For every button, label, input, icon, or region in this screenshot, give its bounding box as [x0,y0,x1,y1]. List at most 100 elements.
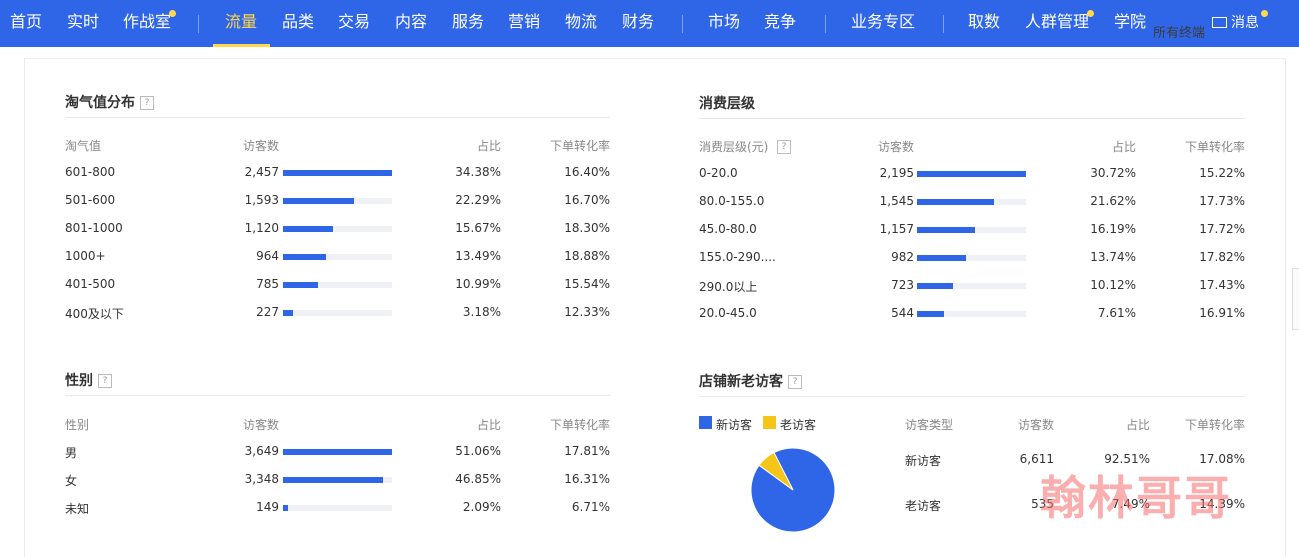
nav-separator [198,15,199,33]
column-header: 淘气值 [65,139,102,153]
row-visitors: 2,457 [244,165,279,179]
visitor-bar-track [283,310,392,316]
row-visitors: 2,195 [879,166,914,180]
row-share: 10.12% [1090,278,1136,292]
row-label: 45.0-80.0 [699,222,757,236]
nav-item-academy[interactable]: 学院 [1114,0,1146,47]
column-header: 访客数 [877,140,914,154]
messages-button[interactable]: 消息 [1212,11,1259,35]
row-share: 15.67% [455,221,501,235]
row-visitors: 785 [256,277,279,291]
row-conversion: 6.71% [571,500,610,514]
mail-icon [1212,16,1227,28]
nav-item-service[interactable]: 服务 [452,0,484,47]
nav-item-competition[interactable]: 竞争 [764,0,796,47]
nav-item-logistics[interactable]: 物流 [565,0,597,47]
help-icon[interactable]: ? [140,96,154,110]
help-icon[interactable]: ? [777,140,791,154]
message-badge-dot [1261,10,1268,17]
row-label: 男 [65,446,78,460]
row-share: 21.62% [1090,194,1136,208]
row-conversion: 16.31% [564,472,610,486]
row-share: 22.29% [455,193,501,207]
row-share: 34.38% [455,165,501,179]
row-label: 女 [65,474,78,488]
visitor-pie-chart [750,447,836,533]
visitor-bar-track [917,311,1026,317]
row-share: 13.74% [1090,250,1136,264]
section-title-text: 性别 [65,373,93,389]
row-conversion: 17.72% [1199,222,1245,236]
nav-item-home[interactable]: 首页 [10,0,42,47]
visitor-bar [283,226,333,232]
divider [65,117,610,118]
visitor-bar [283,170,392,176]
row-conversion: 15.22% [1199,166,1245,180]
nav-item-trade[interactable]: 交易 [338,0,370,47]
section-title-text: 淘气值分布 [65,95,135,111]
row-visitors: 982 [891,250,914,264]
top-nav: 首页 实时 作战室 流量 品类 交易 内容 服务 营销 物流 财务 市场 竞争 … [0,0,1299,47]
nav-item-war-room[interactable]: 作战室 [123,0,171,47]
row-label: 未知 [65,502,90,516]
visitor-bar-track [283,477,392,483]
nav-item-finance[interactable]: 财务 [622,0,654,47]
visitor-bar [283,449,392,455]
row-visitors: 1,545 [879,194,914,208]
legend-old-visitor-swatch [763,416,776,429]
row-conversion: 16.70% [564,193,610,207]
nav-item-marketing[interactable]: 营销 [508,0,540,47]
row-label: 80.0-155.0 [699,194,765,208]
row-share: 7.61% [1097,306,1136,320]
section-title-text: 店铺新老访客 [699,374,783,390]
nav-item-audience[interactable]: 人群管理 [1025,0,1089,47]
row-share: 10.99% [455,277,501,291]
row-label: 155.0-290.... [699,250,776,264]
row-visitors: 3,348 [244,472,279,486]
side-scroll-handle[interactable] [1292,268,1299,330]
row-conversion: 17.81% [564,444,610,458]
visitor-bar [917,227,975,233]
legend-new-visitor-label[interactable]: 新访客 [716,416,752,433]
nav-item-business-zone[interactable]: 业务专区 [851,0,915,47]
visitor-bar [283,282,318,288]
visitor-bar-track [283,282,392,288]
nav-separator [943,15,944,33]
nav-item-market[interactable]: 市场 [708,0,740,47]
visitor-bar-track [917,283,1026,289]
row-visitors: 964 [256,249,279,263]
visitor-bar-track [283,198,392,204]
visitor-bar-track [917,255,1026,261]
nav-item-content[interactable]: 内容 [395,0,427,47]
row-visitors: 544 [891,306,914,320]
column-header: 占比 [476,139,501,153]
visitor-bar [283,254,326,260]
nav-item-data-fetch[interactable]: 取数 [968,0,1000,47]
visitor-bar-track [917,199,1026,205]
nav-item-traffic[interactable]: 流量 [225,0,257,47]
nav-item-realtime[interactable]: 实时 [67,0,99,47]
nav-item-category[interactable]: 品类 [282,0,314,47]
row-conversion: 15.54% [564,277,610,291]
visitor-bar [283,477,383,483]
row-conversion: 17.73% [1199,194,1245,208]
watermark-text: 翰林哥哥 [1040,471,1232,525]
legend-new-visitor-swatch [699,416,712,429]
row-share: 46.85% [455,472,501,486]
visitor-bar [917,171,1026,177]
help-icon[interactable]: ? [788,375,802,389]
column-header: 访客数 [242,139,279,153]
row-conversion: 17.43% [1199,278,1245,292]
row-share: 3.18% [462,305,501,319]
column-header: 消费层级(元) [699,140,769,154]
help-icon[interactable]: ? [98,374,112,388]
legend-old-visitor-label[interactable]: 老访客 [780,416,816,433]
terminal-selector[interactable]: 所有终端 [1153,22,1205,41]
visitor-bar-track [283,449,392,455]
row-label: 290.0以上 [699,280,758,294]
visitor-bar [283,310,294,316]
column-header: 性别 [65,418,90,432]
visitor-bar-track [917,227,1026,233]
row-share: 13.49% [455,249,501,263]
row-visitors: 1,593 [244,193,279,207]
